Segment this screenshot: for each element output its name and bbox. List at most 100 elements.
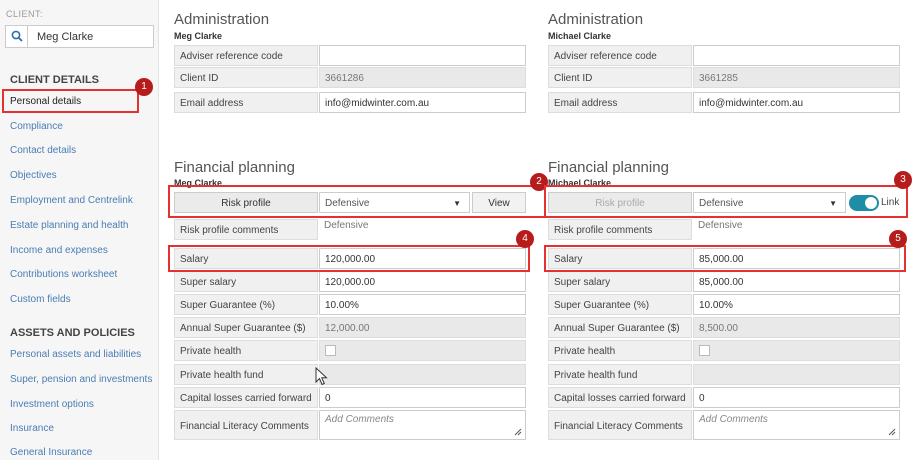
super-guarantee-input[interactable]: 10.00% xyxy=(693,294,900,315)
assets-heading: ASSETS AND POLICIES xyxy=(10,327,135,339)
admin-title: Administration xyxy=(174,11,270,28)
sidebar: CLIENT: Meg Clarke CLIENT DETAILS Person… xyxy=(0,0,159,460)
email-input[interactable]: info@midwinter.com.au xyxy=(693,92,900,113)
nav-investment-options[interactable]: Investment options xyxy=(10,399,94,410)
fin-literacy-placeholder: Add Comments xyxy=(325,414,394,425)
annotation-badge-4: 4 xyxy=(516,230,534,248)
super-salary-row: Super salary 120,000.00 xyxy=(174,271,526,292)
search-button[interactable] xyxy=(6,26,28,47)
search-input[interactable]: Meg Clarke xyxy=(37,31,93,43)
client-id-value: 3661285 xyxy=(693,67,900,88)
resize-handle-icon[interactable] xyxy=(514,428,522,436)
fin-literacy-row: Financial Literacy Comments Add Comments xyxy=(174,410,526,440)
super-guarantee-row: Super Guarantee (%) 10.00% xyxy=(548,294,900,315)
email-label: Email address xyxy=(548,92,692,113)
fp-title: Financial planning xyxy=(174,159,295,176)
nav-contributions[interactable]: Contributions worksheet xyxy=(10,269,117,280)
capital-losses-label: Capital losses carried forward xyxy=(174,387,318,408)
private-health-label: Private health xyxy=(174,340,318,361)
nav-insurance[interactable]: Insurance xyxy=(10,423,54,434)
annotation-box-3 xyxy=(544,185,908,218)
capital-losses-input[interactable]: 0 xyxy=(693,387,900,408)
private-health-fund-value xyxy=(693,364,900,385)
capital-losses-input[interactable]: 0 xyxy=(319,387,526,408)
client-name: Michael Clarke xyxy=(548,31,612,41)
annual-sg-value: 8,500.00 xyxy=(693,317,900,338)
left-client-panel: Administration Meg Clarke Adviser refere… xyxy=(174,0,529,460)
super-guarantee-label: Super Guarantee (%) xyxy=(548,294,692,315)
risk-comments-label: Risk profile comments xyxy=(174,219,318,240)
nav-compliance[interactable]: Compliance xyxy=(10,121,63,132)
search-icon xyxy=(11,30,23,42)
annual-sg-row: Annual Super Guarantee ($) 12,000.00 xyxy=(174,317,526,338)
private-health-checkbox[interactable] xyxy=(699,345,710,356)
annotation-badge-1: 1 xyxy=(135,78,153,96)
capital-losses-row: Capital losses carried forward 0 xyxy=(548,387,900,408)
risk-comments-row: Risk profile comments Defensive xyxy=(174,219,526,240)
private-health-checkbox[interactable] xyxy=(325,345,336,356)
nav-general-insurance[interactable]: General Insurance xyxy=(10,447,92,458)
super-guarantee-row: Super Guarantee (%) 10.00% xyxy=(174,294,526,315)
email-label: Email address xyxy=(174,92,318,113)
nav-super-pension[interactable]: Super, pension and investments xyxy=(10,374,152,385)
fin-literacy-textarea[interactable]: Add Comments xyxy=(693,410,900,440)
super-guarantee-input[interactable]: 10.00% xyxy=(319,294,526,315)
resize-handle-icon[interactable] xyxy=(888,428,896,436)
super-salary-row: Super salary 85,000.00 xyxy=(548,271,900,292)
private-health-fund-value xyxy=(319,364,526,385)
private-health-cell xyxy=(693,340,900,361)
nav-objectives[interactable]: Objectives xyxy=(10,170,57,181)
fin-literacy-textarea[interactable]: Add Comments xyxy=(319,410,526,440)
adviser-ref-label: Adviser reference code xyxy=(548,45,692,66)
super-salary-input[interactable]: 120,000.00 xyxy=(319,271,526,292)
risk-comments-label: Risk profile comments xyxy=(548,219,692,240)
nav-income-expenses[interactable]: Income and expenses xyxy=(10,245,108,256)
super-salary-input[interactable]: 85,000.00 xyxy=(693,271,900,292)
risk-comments-row: Risk profile comments Defensive xyxy=(548,219,900,240)
private-health-row: Private health xyxy=(548,340,900,361)
email-row: Email address info@midwinter.com.au xyxy=(548,92,900,113)
annual-sg-label: Annual Super Guarantee ($) xyxy=(548,317,692,338)
nav-personal-assets[interactable]: Personal assets and liabilities xyxy=(10,349,141,360)
client-search[interactable]: Meg Clarke xyxy=(5,25,154,48)
nav-employment[interactable]: Employment and Centrelink xyxy=(10,195,133,206)
private-health-fund-label: Private health fund xyxy=(548,364,692,385)
annual-sg-label: Annual Super Guarantee ($) xyxy=(174,317,318,338)
nav-contact-details[interactable]: Contact details xyxy=(10,145,76,156)
annotation-badge-3: 3 xyxy=(894,171,912,189)
nav-custom-fields[interactable]: Custom fields xyxy=(10,294,71,305)
private-health-fund-row: Private health fund xyxy=(174,364,526,385)
risk-comments-value: Defensive xyxy=(324,220,369,231)
client-name: Meg Clarke xyxy=(174,31,223,41)
client-id-row: Client ID 3661286 xyxy=(174,67,526,88)
fp-title: Financial planning xyxy=(548,159,669,176)
client-id-row: Client ID 3661285 xyxy=(548,67,900,88)
email-input[interactable]: info@midwinter.com.au xyxy=(319,92,526,113)
client-label: CLIENT: xyxy=(6,9,44,19)
fin-literacy-label: Financial Literacy Comments xyxy=(174,410,318,440)
super-salary-label: Super salary xyxy=(174,271,318,292)
adviser-ref-input[interactable] xyxy=(319,45,526,66)
fin-literacy-placeholder: Add Comments xyxy=(699,414,768,425)
client-details-heading: CLIENT DETAILS xyxy=(10,74,100,86)
nav-estate-planning[interactable]: Estate planning and health xyxy=(10,220,128,231)
adviser-ref-row: Adviser reference code xyxy=(174,45,526,66)
adviser-ref-input[interactable] xyxy=(693,45,900,66)
client-id-value: 3661286 xyxy=(319,67,526,88)
annual-sg-row: Annual Super Guarantee ($) 8,500.00 xyxy=(548,317,900,338)
capital-losses-label: Capital losses carried forward xyxy=(548,387,692,408)
annotation-box-4 xyxy=(168,245,530,272)
private-health-label: Private health xyxy=(548,340,692,361)
adviser-ref-label: Adviser reference code xyxy=(174,45,318,66)
annotation-box-1 xyxy=(2,89,139,113)
admin-title: Administration xyxy=(548,11,644,28)
fin-literacy-row: Financial Literacy Comments Add Comments xyxy=(548,410,900,440)
client-id-label: Client ID xyxy=(548,67,692,88)
mouse-cursor-icon xyxy=(315,367,328,386)
super-guarantee-label: Super Guarantee (%) xyxy=(174,294,318,315)
annotation-box-2 xyxy=(168,185,546,218)
super-salary-label: Super salary xyxy=(548,271,692,292)
private-health-fund-row: Private health fund xyxy=(548,364,900,385)
right-client-panel: Administration Michael Clarke Adviser re… xyxy=(548,0,903,460)
annual-sg-value: 12,000.00 xyxy=(319,317,526,338)
